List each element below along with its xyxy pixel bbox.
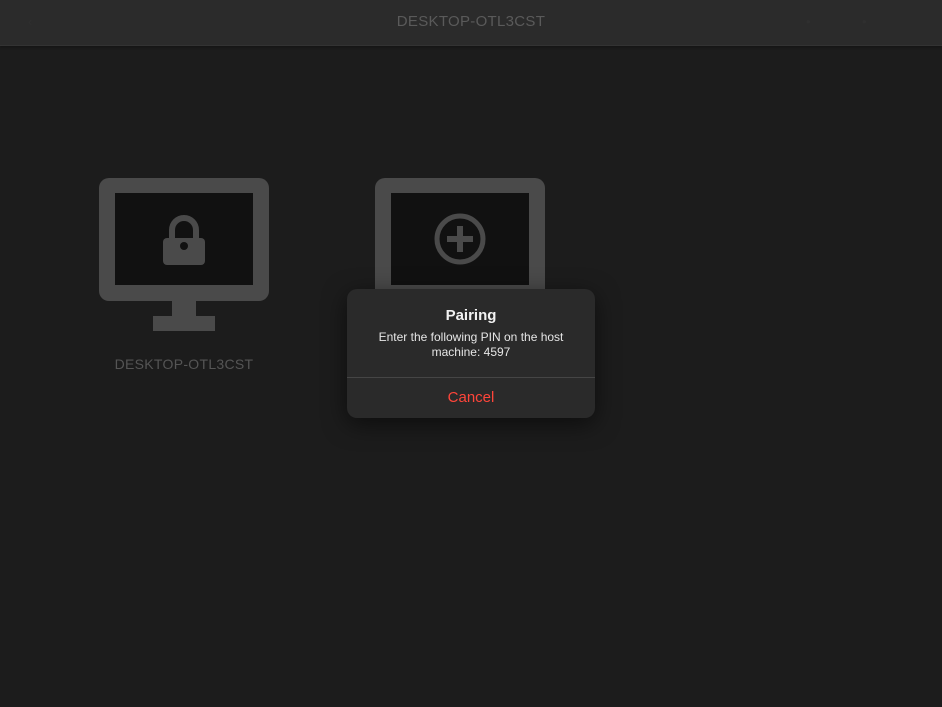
add-host-tile[interactable] <box>375 178 545 301</box>
pairing-dialog: Pairing Enter the following PIN on the h… <box>347 289 595 418</box>
page-title: DESKTOP-OTL3CST <box>396 13 546 30</box>
dialog-message: Enter the following PIN on the host mach… <box>378 330 564 359</box>
monitor-add-icon <box>375 178 545 301</box>
dialog-title: Pairing <box>445 307 497 324</box>
top-bar: ‹ DESKTOP-OTL3CST • • <box>0 0 942 46</box>
toolbar-button-dimmed[interactable]: • <box>806 14 811 29</box>
cancel-button[interactable]: Cancel <box>347 378 595 418</box>
settings-button-dimmed[interactable]: • <box>862 14 867 29</box>
host-name-label: DESKTOP-OTL3CST <box>114 356 254 372</box>
monitor-icon <box>99 178 269 331</box>
host-tile-desktop[interactable] <box>99 178 269 333</box>
